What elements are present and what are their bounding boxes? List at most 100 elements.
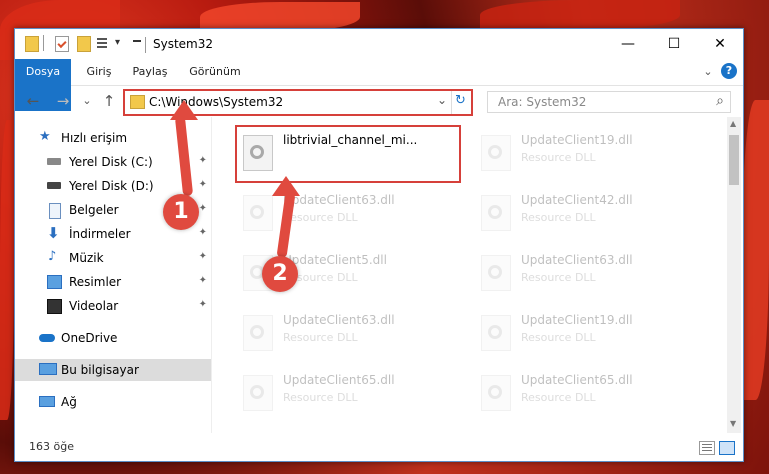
ribbon: Dosya Giriş Paylaş Görünüm ⌄ ? xyxy=(15,59,743,111)
sidebar-item-pictures[interactable]: Resimler ✦ xyxy=(15,271,211,293)
file-name: UpdateClient19.dll xyxy=(521,133,633,147)
pin-icon: ✦ xyxy=(198,203,207,214)
tab-view[interactable]: Görünüm xyxy=(185,59,245,84)
sidebar-item-videos[interactable]: Videolar ✦ xyxy=(15,295,211,317)
callout-1: 1 xyxy=(163,194,199,230)
background-leaf xyxy=(480,0,680,30)
background-leaf xyxy=(742,100,769,400)
new-folder-icon[interactable] xyxy=(77,36,91,52)
dll-file-icon xyxy=(243,135,273,171)
file-name: UpdateClient63.dll xyxy=(283,313,395,327)
expand-ribbon-icon[interactable]: ⌄ xyxy=(701,59,715,84)
network-icon xyxy=(39,396,55,407)
file-item[interactable]: UpdateClient42.dll Resource DLL xyxy=(475,187,701,239)
file-description: Resource DLL xyxy=(521,211,596,224)
navigation-bar: ← → ⌄ ↑ C:\Windows\System32 ⌄ ↻ Ara: Sys… xyxy=(15,85,743,117)
pin-icon: ✦ xyxy=(198,299,207,310)
sidebar-item-label: Belgeler xyxy=(69,203,119,217)
file-item[interactable]: UpdateClient65.dll Resource DLL xyxy=(237,367,463,419)
minimize-button[interactable]: — xyxy=(605,29,651,59)
sidebar-item-onedrive[interactable]: OneDrive xyxy=(15,327,211,349)
sidebar-item-label: Bu bilgisayar xyxy=(61,363,139,377)
refresh-button[interactable]: ↻ xyxy=(455,93,466,108)
file-description: Resource DLL xyxy=(283,211,358,224)
scrollbar-thumb[interactable] xyxy=(729,135,739,185)
dll-file-icon xyxy=(481,315,511,351)
music-icon: ♪ xyxy=(48,249,57,264)
download-icon: ⬇ xyxy=(47,224,60,242)
properties-icon[interactable] xyxy=(55,36,69,52)
up-button[interactable]: ↑ xyxy=(99,91,119,111)
pin-icon: ✦ xyxy=(198,155,207,166)
folder-icon xyxy=(130,95,145,109)
sidebar-item-label: Yerel Disk (D:) xyxy=(69,179,154,193)
sidebar-item-music[interactable]: ♪ Müzik ✦ xyxy=(15,247,211,269)
pin-icon: ✦ xyxy=(198,179,207,190)
maximize-button[interactable]: ☐ xyxy=(651,29,697,59)
close-button[interactable]: ✕ xyxy=(697,29,743,59)
cloud-icon xyxy=(39,334,55,342)
file-item[interactable]: UpdateClient63.dll Resource DLL xyxy=(475,247,701,299)
separator xyxy=(451,91,452,114)
file-name: libtrivial_channel_mi... xyxy=(283,133,418,147)
file-name: UpdateClient65.dll xyxy=(283,373,395,387)
drive-icon xyxy=(47,158,61,165)
sidebar-item-label: Hızlı erişim xyxy=(61,131,128,145)
sidebar-item-label: Videolar xyxy=(69,299,119,313)
recent-locations-button[interactable]: ⌄ xyxy=(77,91,97,111)
file-description: Resource DLL xyxy=(283,391,358,404)
tab-home[interactable]: Giriş xyxy=(81,59,117,84)
file-description: Resource DLL xyxy=(521,331,596,344)
file-name: UpdateClient5.dll xyxy=(283,253,387,267)
file-item-selected[interactable]: libtrivial_channel_mi... xyxy=(235,125,461,183)
tab-share[interactable]: Paylaş xyxy=(127,59,173,84)
file-item[interactable]: UpdateClient65.dll Resource DLL xyxy=(475,367,701,419)
folder-icon[interactable] xyxy=(25,36,39,52)
sidebar-item-label: Resimler xyxy=(69,275,122,289)
file-name: UpdateClient65.dll xyxy=(521,373,633,387)
help-icon[interactable]: ? xyxy=(721,63,737,79)
dll-file-icon xyxy=(243,315,273,351)
sidebar-item-label: İndirmeler xyxy=(69,227,131,241)
file-description: Resource DLL xyxy=(521,391,596,404)
file-item[interactable]: UpdateClient63.dll Resource DLL xyxy=(237,187,463,239)
customize-icon[interactable] xyxy=(97,36,111,50)
scroll-down-icon[interactable]: ▼ xyxy=(730,419,736,428)
status-bar: 163 öğe xyxy=(15,435,743,459)
details-view-icon[interactable] xyxy=(699,441,715,455)
file-item[interactable]: UpdateClient63.dll Resource DLL xyxy=(237,307,463,359)
file-name: UpdateClient42.dll xyxy=(521,193,633,207)
file-name: UpdateClient63.dll xyxy=(521,253,633,267)
pin-icon: ✦ xyxy=(198,275,207,286)
file-name: UpdateClient19.dll xyxy=(521,313,633,327)
drive-icon xyxy=(47,182,61,189)
pictures-icon xyxy=(47,275,62,289)
document-icon xyxy=(49,203,61,219)
vertical-scrollbar[interactable]: ▲ ▼ xyxy=(727,117,741,433)
computer-icon xyxy=(39,363,57,375)
file-item[interactable]: UpdateClient19.dll Resource DLL xyxy=(475,307,701,359)
item-count: 163 öğe xyxy=(29,440,74,453)
file-item[interactable]: UpdateClient19.dll Resource DLL xyxy=(475,127,701,179)
sidebar-item-label: OneDrive xyxy=(61,331,118,345)
file-description: Resource DLL xyxy=(521,271,596,284)
back-button[interactable]: ← xyxy=(23,91,43,111)
dll-file-icon xyxy=(481,255,511,291)
search-input[interactable]: Ara: System32 xyxy=(498,95,586,109)
scroll-up-icon[interactable]: ▲ xyxy=(730,119,736,128)
address-dropdown-icon[interactable]: ⌄ xyxy=(437,93,447,107)
search-box[interactable]: Ara: System32 ⌕ xyxy=(487,91,731,113)
background-leaf xyxy=(0,120,14,420)
separator xyxy=(145,37,146,53)
star-icon: ★ xyxy=(39,129,51,144)
search-icon[interactable]: ⌕ xyxy=(716,93,724,109)
sidebar-item-this-pc[interactable]: Bu bilgisayar xyxy=(15,359,211,381)
large-icons-view-icon[interactable] xyxy=(719,441,735,455)
sidebar-item-label: Yerel Disk (C:) xyxy=(69,155,153,169)
file-description: Resource DLL xyxy=(521,151,596,164)
sidebar-item-label: Ağ xyxy=(61,395,77,409)
quick-access-dropdown-icon[interactable]: ▾ xyxy=(115,37,120,53)
pane-divider xyxy=(211,117,212,433)
sidebar-item-network[interactable]: Ağ xyxy=(15,391,211,413)
forward-button[interactable]: → xyxy=(53,91,73,111)
